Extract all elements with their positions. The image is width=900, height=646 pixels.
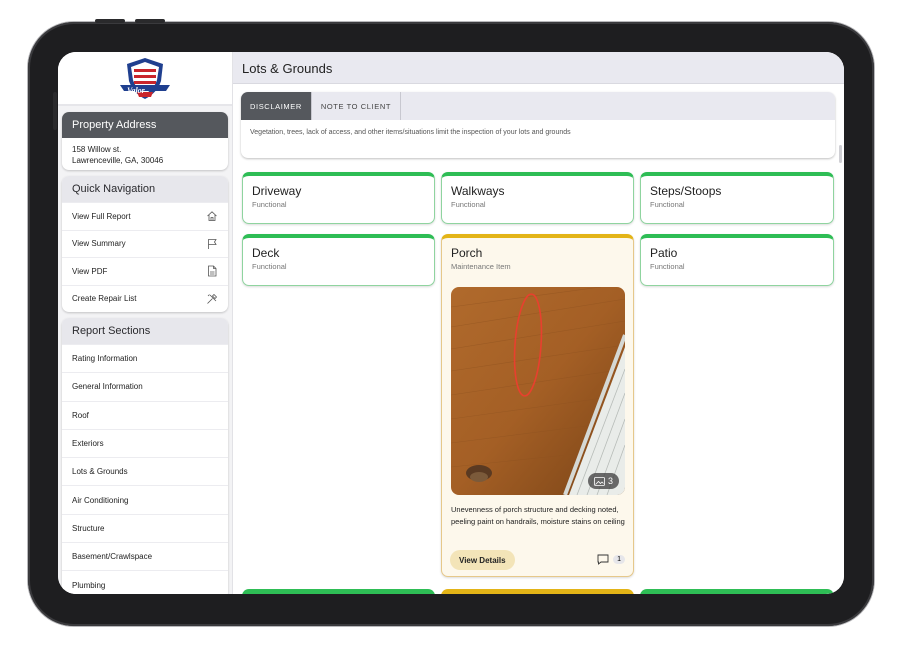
card-status: Functional	[650, 262, 685, 271]
card-title: Porch	[451, 246, 483, 260]
card-status: Maintenance Item	[451, 262, 511, 271]
disclaimer-text: Vegetation, trees, lack of access, and o…	[250, 129, 571, 136]
disclaimer-panel: DISCLAIMER NOTE TO CLIENT Vegetation, tr…	[241, 92, 835, 158]
flag-icon	[208, 238, 217, 249]
card-title: Patio	[650, 246, 678, 260]
card-status: Functional	[650, 200, 685, 209]
next-card-peek	[640, 589, 834, 594]
comment-count: 1	[613, 555, 625, 564]
valor-logo-icon	[120, 58, 170, 99]
comment-icon	[597, 554, 609, 565]
nav-view-pdf[interactable]: View PDF	[62, 257, 228, 285]
nav-label: View Full Report	[72, 211, 131, 221]
card-porch[interactable]: Porch Maintenance Item 3 Unevenness of p…	[441, 234, 634, 577]
section-rating-information[interactable]: Rating Information	[62, 344, 228, 373]
nav-label: View Summary	[72, 239, 126, 249]
card-walkways[interactable]: Walkways Functional	[441, 172, 634, 224]
app-screen: Valor Property Address 158 Willow st. La…	[58, 52, 844, 594]
next-card-peek	[441, 589, 634, 594]
section-general-information[interactable]: General Information	[62, 372, 228, 401]
tab-note-to-client[interactable]: NOTE TO CLIENT	[312, 92, 402, 120]
address-line-2: Lawrenceville, GA, 30046	[72, 156, 164, 165]
card-title: Deck	[252, 246, 280, 260]
card-steps-stoops[interactable]: Steps/Stoops Functional	[640, 172, 834, 224]
nav-view-full-report[interactable]: View Full Report	[62, 202, 228, 230]
home-icon	[207, 211, 217, 222]
property-address: 158 Willow st. Lawrenceville, GA, 30046	[62, 138, 228, 170]
side-button	[53, 92, 57, 130]
section-structure[interactable]: Structure	[62, 513, 228, 543]
section-exteriors[interactable]: Exteriors	[62, 428, 228, 458]
card-title: Steps/Stoops	[650, 184, 722, 198]
card-title: Walkways	[451, 184, 505, 198]
nav-label: Create Repair List	[72, 294, 137, 304]
card-status: Functional	[252, 200, 287, 209]
card-title: Driveway	[252, 184, 302, 198]
page-title: Lots & Grounds	[233, 52, 844, 84]
next-card-peek	[242, 589, 435, 594]
card-status: Functional	[451, 200, 486, 209]
logo-text: Valor	[127, 86, 145, 95]
card-status: Functional	[252, 262, 287, 271]
main-content: Lots & Grounds DISCLAIMER NOTE TO CLIENT…	[233, 52, 844, 594]
top-button	[95, 19, 125, 23]
nav-create-repair-list[interactable]: Create Repair List	[62, 284, 228, 313]
sidebar: Valor Property Address 158 Willow st. La…	[58, 52, 233, 594]
section-plumbing[interactable]: Plumbing	[62, 570, 228, 594]
section-basement-crawlspace[interactable]: Basement/Crawlspace	[62, 542, 228, 571]
section-roof[interactable]: Roof	[62, 400, 228, 429]
report-sections-panel: Report Sections Rating Information Gener…	[62, 318, 228, 594]
report-sections-header: Report Sections	[62, 318, 228, 344]
property-address-header: Property Address	[62, 112, 228, 138]
address-line-1: 158 Willow st.	[72, 145, 122, 154]
quick-navigation-header: Quick Navigation	[62, 176, 228, 202]
tab-disclaimer[interactable]: DISCLAIMER	[241, 92, 312, 120]
image-icon	[594, 476, 605, 486]
disclaimer-tabs: DISCLAIMER NOTE TO CLIENT	[241, 92, 835, 120]
view-details-button[interactable]: View Details	[450, 550, 515, 570]
card-deck[interactable]: Deck Functional	[242, 234, 435, 286]
card-driveway[interactable]: Driveway Functional	[242, 172, 435, 224]
porch-photo[interactable]: 3	[451, 287, 625, 495]
section-air-conditioning[interactable]: Air Conditioning	[62, 485, 228, 514]
logo: Valor	[58, 52, 232, 106]
scrollbar[interactable]	[839, 145, 842, 163]
porch-description: Unevenness of porch structure and deckin…	[451, 505, 625, 526]
photo-count: 3	[607, 476, 613, 486]
card-patio[interactable]: Patio Functional	[640, 234, 834, 286]
porch-ceiling-image	[451, 287, 625, 495]
comments-indicator[interactable]: 1	[597, 554, 625, 565]
property-address-panel: Property Address 158 Willow st. Lawrence…	[62, 112, 228, 170]
pdf-icon	[208, 265, 217, 277]
section-lots-and-grounds[interactable]: Lots & Grounds	[62, 457, 228, 486]
photo-count-badge[interactable]: 3	[587, 473, 619, 489]
nav-view-summary[interactable]: View Summary	[62, 229, 228, 258]
tools-icon	[207, 293, 218, 304]
top-button	[135, 19, 165, 23]
nav-label: View PDF	[72, 266, 108, 276]
quick-navigation-panel: Quick Navigation View Full Report View S…	[62, 176, 228, 312]
